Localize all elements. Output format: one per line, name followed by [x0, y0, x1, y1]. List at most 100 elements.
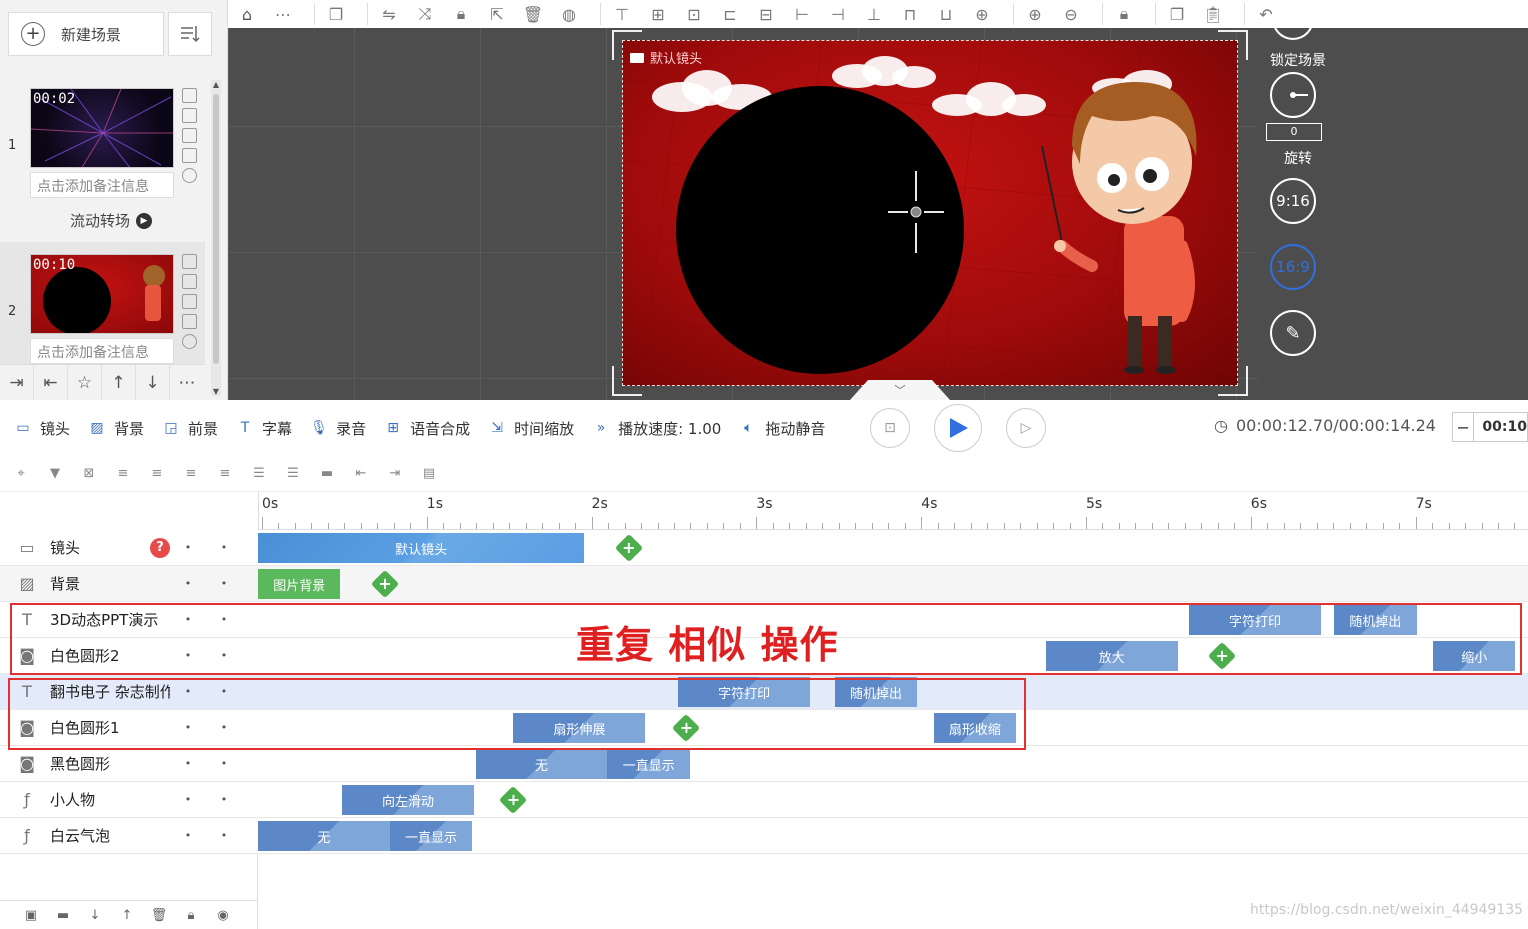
move-up-icon[interactable]: ↑ [102, 364, 136, 401]
scroll-up-icon[interactable]: ▲ [211, 80, 221, 89]
animation-clip[interactable]: 扇形伸展 [513, 713, 646, 743]
more-icon[interactable]: ⋯ [270, 1, 296, 27]
play-button[interactable] [934, 404, 982, 452]
track-header[interactable]: T 翻书电子 杂志制作 • • [0, 674, 258, 710]
visibility-dot[interactable]: • [170, 829, 206, 842]
shuffle-icon[interactable]: ⤨ [412, 1, 438, 27]
track-row[interactable]: 无一直显示 [258, 818, 1528, 854]
track-row[interactable]: 无一直显示 [258, 746, 1528, 782]
visibility-dot[interactable]: • [170, 685, 206, 698]
corner-handle[interactable] [1218, 30, 1248, 60]
lock-dot[interactable]: • [206, 685, 242, 698]
delete-icon[interactable] [182, 274, 197, 289]
animation-clip[interactable]: 一直显示 [389, 821, 473, 851]
add-animation-icon[interactable]: + [1212, 646, 1232, 666]
star-icon[interactable] [182, 168, 197, 183]
folder-icon[interactable]: ▬ [54, 906, 72, 924]
align-justify-icon[interactable]: ≡ [214, 463, 236, 485]
animation-clip[interactable]: 缩小 [1433, 641, 1516, 671]
duplicate-icon[interactable] [182, 148, 197, 163]
track-header[interactable]: ◙ 白色圆形2 • • [0, 638, 258, 674]
lock-dot[interactable]: • [206, 721, 242, 734]
star-icon[interactable]: ☆ [68, 364, 102, 401]
stack-icon[interactable]: ☰ [282, 463, 304, 485]
animation-clip[interactable]: 字符打印 [1189, 605, 1321, 635]
time-scale-button[interactable]: ⇲ 时间缩放 [486, 418, 574, 439]
bar-chart-icon[interactable]: ▬ [316, 463, 338, 485]
animation-clip[interactable]: 无 [475, 749, 608, 779]
zoom-in-icon[interactable]: ⊕ [1022, 1, 1048, 27]
track-header[interactable]: ▭ 镜头 • •? [0, 530, 258, 566]
align-top-icon[interactable]: ⊤ [609, 1, 635, 27]
lock-dot[interactable]: • [206, 649, 242, 662]
corner-handle[interactable] [612, 366, 642, 396]
track-header[interactable]: ƒ 白云气泡 • • [0, 818, 258, 854]
delete-icon[interactable] [182, 108, 197, 123]
export-icon[interactable] [182, 294, 197, 309]
align-vcenter-icon[interactable]: ⊕ [969, 1, 995, 27]
lock-dot[interactable]: • [206, 793, 242, 806]
add-background-button[interactable]: ▨ 背景 [86, 418, 144, 439]
home-icon[interactable]: ⌂ [234, 1, 260, 27]
zoom-out-button[interactable]: − [1453, 413, 1475, 441]
add-animation-icon[interactable]: + [619, 538, 639, 558]
mute-button[interactable]: 🔈︎ 拖动静音 [737, 418, 825, 439]
track-row[interactable]: 字符打印 随机掉出 [258, 674, 1528, 710]
add-animation-icon[interactable]: + [375, 574, 395, 594]
track-header[interactable]: ▨ 背景 • • [0, 566, 258, 602]
tts-button[interactable]: ⊞ 语音合成 [382, 418, 470, 439]
timeline-zoom[interactable]: − 00:10 [1452, 412, 1528, 442]
lock-scene-icon[interactable] [1272, 16, 1314, 40]
copy-icon[interactable] [182, 254, 197, 269]
add-camera-button[interactable]: ▭ 镜头 [12, 418, 70, 439]
track-row[interactable]: 图片背景 + [258, 566, 1528, 602]
corner-handle[interactable] [1218, 366, 1248, 396]
shift-left-icon[interactable]: ⇤ [350, 463, 372, 485]
add-subtitle-button[interactable]: T 字幕 [234, 418, 292, 439]
track-row[interactable]: 默认镜头 + [258, 530, 1528, 566]
lock-dot[interactable]: • [206, 541, 242, 554]
next-frame-button[interactable]: ▷ [1006, 408, 1046, 448]
delete-icon[interactable]: 🗑︎ [150, 906, 168, 924]
animation-clip[interactable]: 默认镜头 [258, 533, 585, 563]
copy-icon[interactable]: ❐ [1164, 1, 1190, 27]
move-down-icon[interactable]: ↓ [86, 906, 104, 924]
filter-icon[interactable]: ▼ [44, 463, 66, 485]
cloud-bubble[interactable] [832, 52, 942, 92]
more-icon[interactable]: ⋯ [170, 365, 204, 401]
align-right-icon[interactable]: ≡ [180, 463, 202, 485]
visibility-dot[interactable]: • [170, 757, 206, 770]
lock-dot[interactable]: • [206, 757, 242, 770]
animation-clip[interactable]: 随机掉出 [834, 677, 918, 707]
align-center-icon[interactable]: ≡ [146, 463, 168, 485]
track-header[interactable]: T 3D动态PPT演示 • • [0, 602, 258, 638]
ratio-9-16-button[interactable]: 9:16 [1270, 178, 1316, 224]
document-icon[interactable]: ▤ [418, 463, 440, 485]
visibility-dot[interactable]: • [170, 613, 206, 626]
scene-thumbnail[interactable]: 00:10 [30, 254, 174, 334]
align-left-icon[interactable]: ⊏ [717, 1, 743, 27]
add-animation-icon[interactable]: + [676, 718, 696, 738]
move-up-icon[interactable]: ↑ [118, 906, 136, 924]
flip-icon[interactable]: ⇋ [376, 1, 402, 27]
corner-handle[interactable] [612, 30, 642, 60]
scene-item-2[interactable]: 2 00:10 点击添加备注信息 [0, 242, 205, 364]
align-hcenter-icon[interactable]: ⊥ [861, 1, 887, 27]
scene-item-1[interactable]: 1 00:02 点击添加备注信息 流动转场 ▶ [0, 72, 205, 244]
edit-button[interactable]: ✎ [1270, 310, 1316, 356]
export-icon[interactable]: ⇤ [34, 364, 68, 401]
character-figure[interactable] [1032, 66, 1232, 386]
shift-right-icon[interactable]: ⇥ [384, 463, 406, 485]
lock-icon[interactable]: 🔒︎ [182, 906, 200, 924]
preview-button[interactable]: ⊡ [870, 408, 910, 448]
rotation-input[interactable]: 0 [1266, 123, 1322, 141]
align-right-edge-icon[interactable]: ⊣ [825, 1, 851, 27]
track-header[interactable]: ◙ 白色圆形1 • • [0, 710, 258, 746]
zoom-out-icon[interactable]: ⊖ [1058, 1, 1084, 27]
distribute-icon[interactable]: ⊟ [753, 1, 779, 27]
sort-button[interactable] [168, 12, 212, 56]
align-left-edge-icon[interactable]: ⊢ [789, 1, 815, 27]
scene-thumbnail[interactable]: 00:02 [30, 88, 174, 168]
lock-dot[interactable]: • [206, 613, 242, 626]
visibility-dot[interactable]: • [170, 793, 206, 806]
